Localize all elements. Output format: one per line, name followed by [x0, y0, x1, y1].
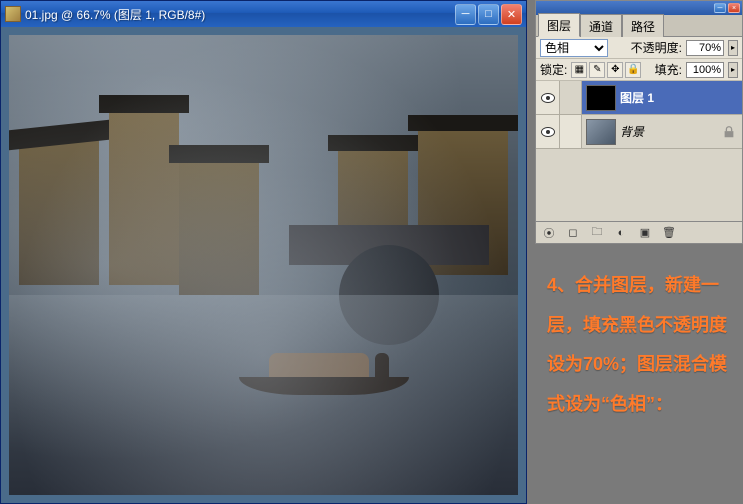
lock-icon: [722, 125, 736, 139]
lock-all-icon[interactable]: 🔒: [625, 62, 641, 78]
fill-arrow[interactable]: ▸: [728, 62, 738, 78]
layer-thumbnail[interactable]: [586, 85, 616, 111]
lock-fill-row: 锁定: ▦ ✎ ✥ 🔒 填充: ▸: [536, 59, 742, 81]
minimize-button[interactable]: ─: [455, 4, 476, 25]
layer-item-1[interactable]: 图层 1: [536, 81, 742, 115]
link-column[interactable]: [560, 115, 582, 148]
lock-transparency-icon[interactable]: ▦: [571, 62, 587, 78]
mask-icon[interactable]: ◻: [564, 225, 582, 241]
layers-panel: ─ × 图层 通道 路径 色相 不透明度: ▸ 锁定: ▦ ✎ ✥ 🔒 填充: …: [535, 0, 743, 244]
lock-position-icon[interactable]: ✥: [607, 62, 623, 78]
visibility-toggle-icon[interactable]: [541, 93, 555, 103]
blend-opacity-row: 色相 不透明度: ▸: [536, 37, 742, 59]
instruction-text: 4、合并图层，新建一层，填充黑色不透明度设为70%；图层混合模式设为“色相”：: [547, 266, 731, 424]
lock-label: 锁定:: [540, 61, 567, 78]
close-button[interactable]: ✕: [501, 4, 522, 25]
fx-icon[interactable]: ⦿: [540, 225, 558, 241]
link-column[interactable]: [560, 81, 582, 114]
folder-icon[interactable]: 🗀: [588, 225, 606, 241]
layer-name: 背景: [620, 123, 722, 140]
file-icon: [5, 6, 21, 22]
canvas[interactable]: [9, 35, 518, 495]
lock-pixels-icon[interactable]: ✎: [589, 62, 605, 78]
trash-icon[interactable]: 🗑: [660, 225, 678, 241]
tab-channels[interactable]: 通道: [580, 14, 622, 37]
adjustment-icon[interactable]: ◐: [612, 225, 630, 241]
layer-item-background[interactable]: 背景: [536, 115, 742, 149]
document-title: 01.jpg @ 66.7% (图层 1, RGB/8#): [25, 6, 455, 23]
panel-close-button[interactable]: ×: [728, 3, 740, 13]
visibility-toggle-icon[interactable]: [541, 127, 555, 137]
maximize-button[interactable]: □: [478, 4, 499, 25]
panel-bottom-toolbar: ⦿ ◻ 🗀 ◐ ▣ 🗑: [536, 221, 742, 243]
tab-layers[interactable]: 图层: [538, 13, 580, 37]
layer-list: 图层 1 背景: [536, 81, 742, 221]
opacity-arrow[interactable]: ▸: [728, 40, 738, 56]
fill-label: 填充:: [655, 61, 682, 78]
canvas-image: [9, 35, 518, 495]
opacity-label: 不透明度:: [631, 39, 682, 56]
document-titlebar[interactable]: 01.jpg @ 66.7% (图层 1, RGB/8#) ─ □ ✕: [1, 1, 526, 27]
opacity-input[interactable]: [686, 40, 724, 56]
blend-mode-select[interactable]: 色相: [540, 39, 608, 57]
layer-name: 图层 1: [620, 89, 742, 106]
panel-tabs: 图层 通道 路径: [536, 15, 742, 37]
panel-minimize-button[interactable]: ─: [714, 3, 726, 13]
fill-input[interactable]: [686, 62, 724, 78]
new-layer-icon[interactable]: ▣: [636, 225, 654, 241]
tab-paths[interactable]: 路径: [622, 14, 664, 37]
document-window: 01.jpg @ 66.7% (图层 1, RGB/8#) ─ □ ✕: [0, 0, 527, 504]
instruction-box: 4、合并图层，新建一层，填充黑色不透明度设为70%；图层混合模式设为“色相”：: [535, 252, 743, 502]
layer-thumbnail[interactable]: [586, 119, 616, 145]
